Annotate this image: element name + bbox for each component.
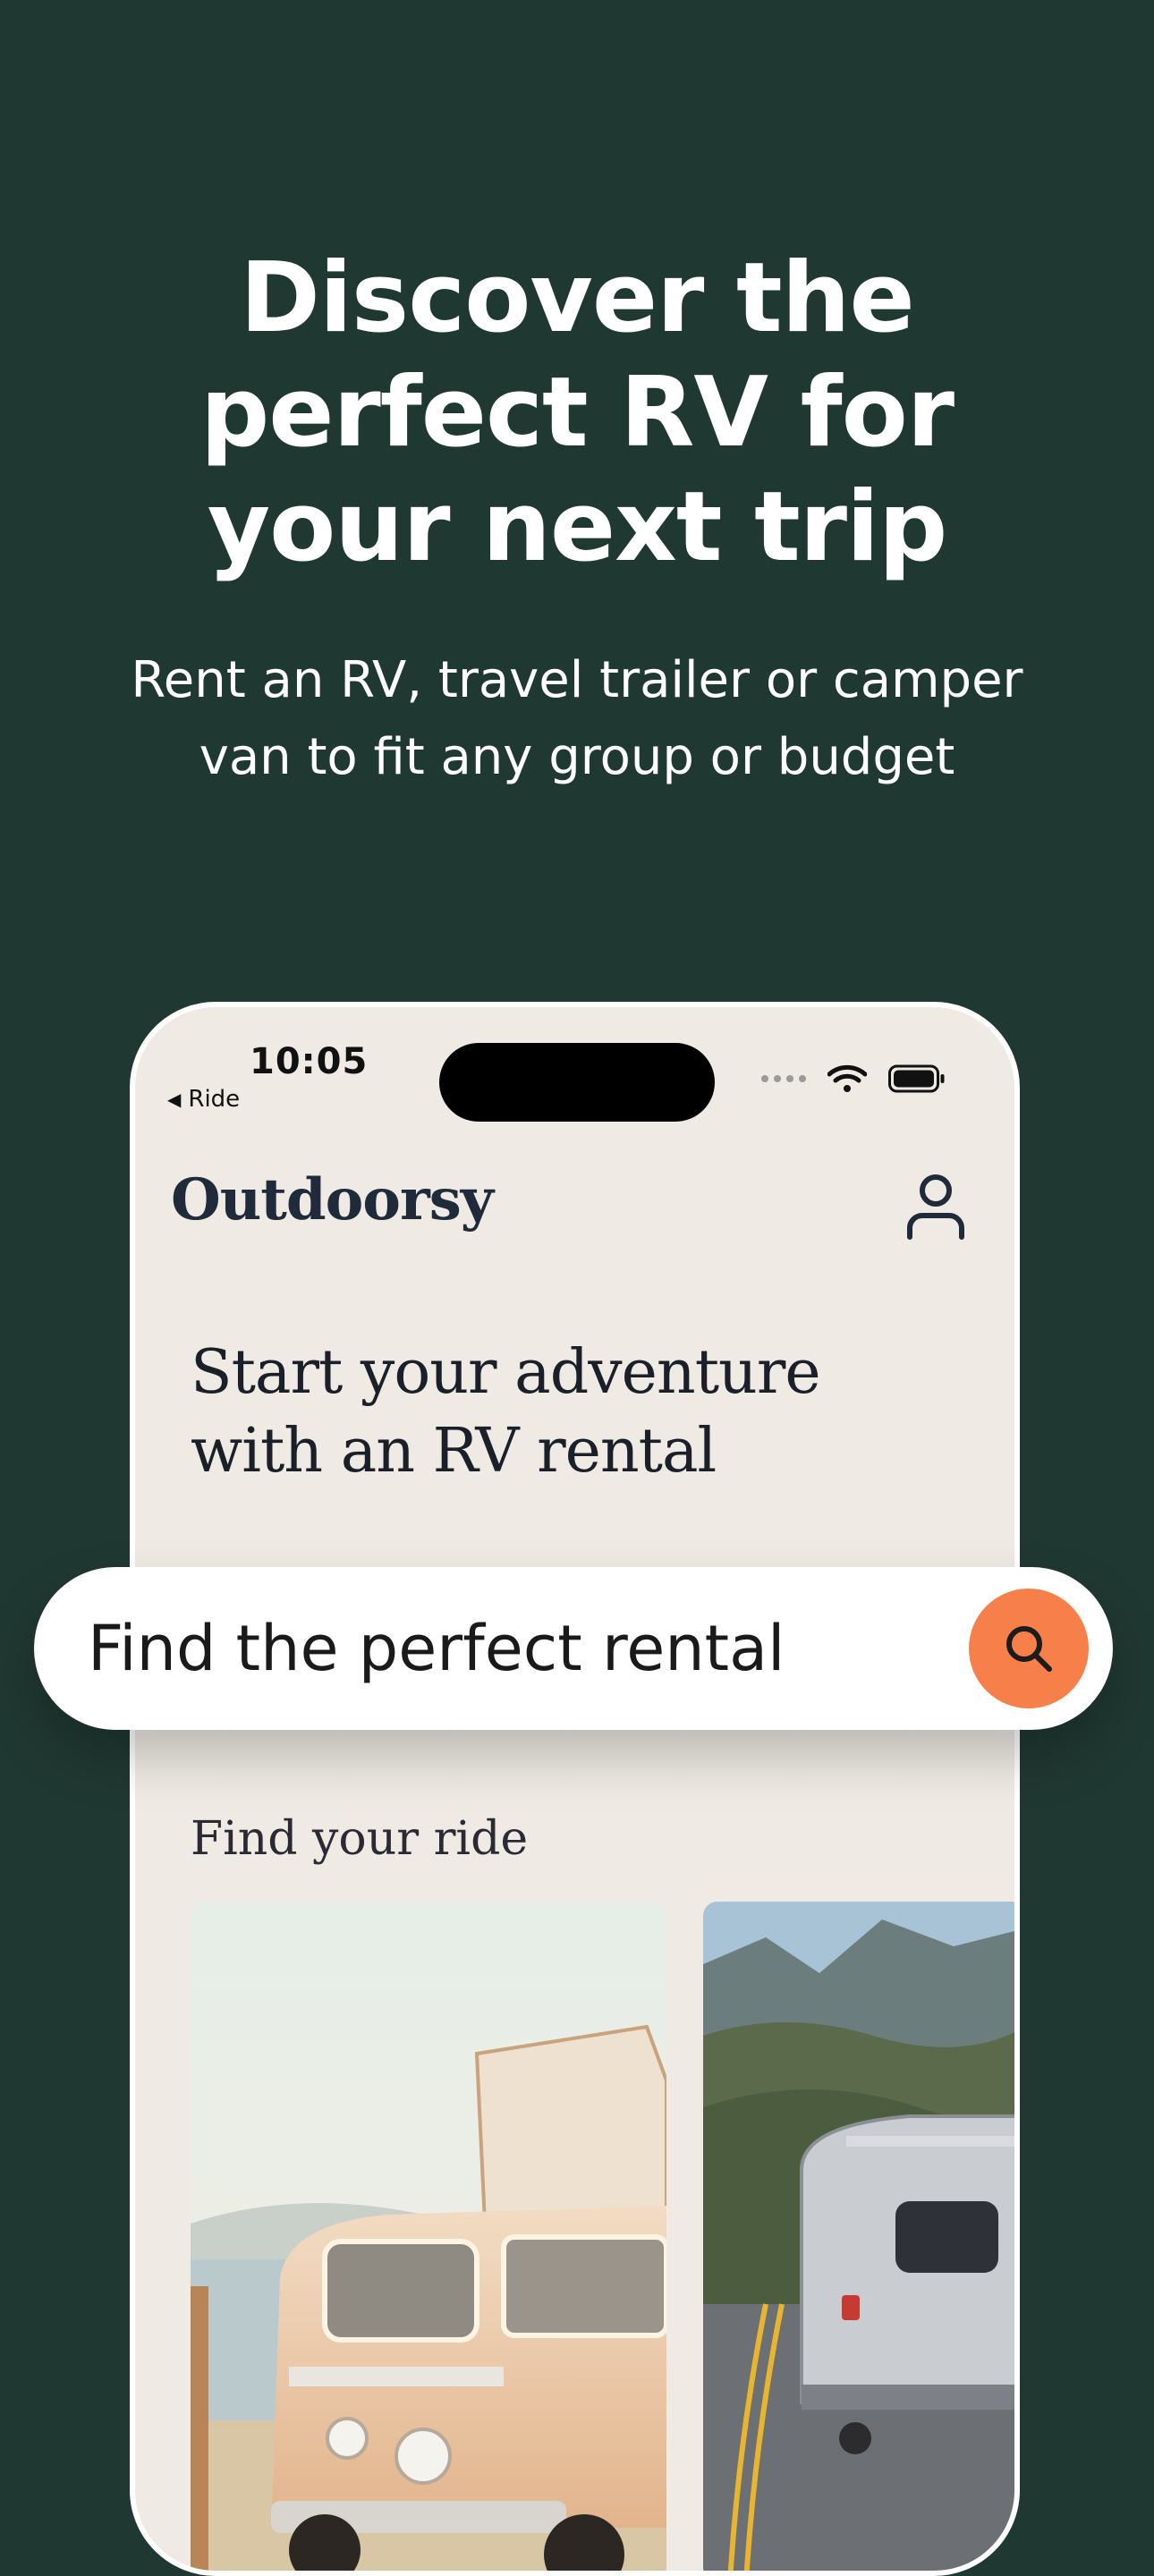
ride-card-campervan[interactable] (191, 1902, 666, 2571)
signal-dots-icon (761, 1075, 806, 1082)
hero-title-line: your next trip (207, 471, 948, 583)
campervan-photo (191, 1902, 666, 2571)
page-headline: Start your adventure with an RV rental (191, 1334, 924, 1491)
search-input[interactable]: Find the perfect rental (88, 1567, 785, 1730)
headline-line: with an RV rental (191, 1416, 717, 1487)
brand-logo: Outdoorsy (171, 1166, 494, 1233)
dynamic-island (439, 1043, 715, 1122)
search-bar[interactable]: Find the perfect rental (34, 1567, 1113, 1730)
hero-title-line: Discover the (240, 242, 914, 354)
status-time: 10:05 (250, 1041, 369, 1082)
hero-subtitle: Rent an RV, travel trailer or camper van… (0, 642, 1154, 796)
hero-title-line: perfect RV for (199, 357, 955, 469)
section-title: Find your ride (191, 1812, 529, 1866)
back-link-label: Ride (188, 1086, 241, 1113)
phone-frame: 10:05 ◀ Ride Outdoorsy Start your advent… (130, 1002, 1020, 2576)
back-to-app-link[interactable]: ◀ Ride (167, 1086, 240, 1113)
person-icon[interactable] (904, 1173, 967, 1241)
search-button[interactable] (969, 1589, 1089, 1708)
wifi-icon (827, 1064, 867, 1092)
travel-trailer-photo (703, 1902, 1014, 2571)
hero-subtitle-line: van to fit any group or budget (199, 728, 955, 786)
hero-subtitle-line: Rent an RV, travel trailer or camper (131, 651, 1023, 709)
search-icon (1006, 1626, 1052, 1672)
hero-title: Discover the perfect RV for your next tr… (0, 242, 1154, 585)
headline-line: Start your adventure (191, 1337, 821, 1408)
battery-icon (888, 1064, 945, 1093)
back-arrow-icon: ◀ (167, 1089, 182, 1110)
status-indicators (761, 1064, 946, 1093)
ride-card-travel-trailer[interactable] (703, 1902, 1014, 2571)
